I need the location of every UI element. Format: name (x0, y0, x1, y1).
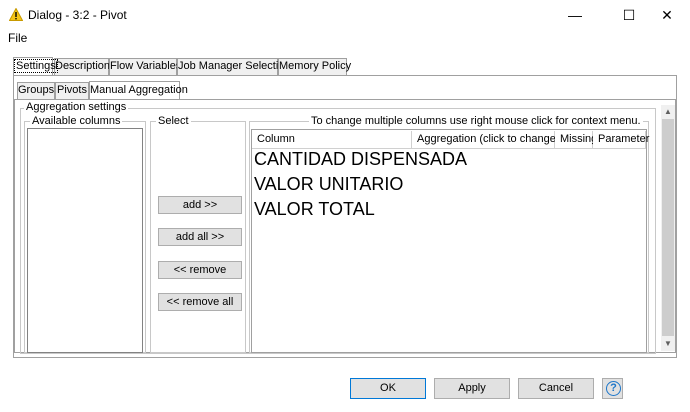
minimize-button[interactable]: — (552, 0, 598, 30)
column-header-parameter[interactable]: Parameter (593, 131, 649, 149)
help-button[interactable]: ? (602, 378, 623, 399)
tab-description[interactable]: Description (54, 58, 110, 75)
scroll-thumb-upper[interactable] (662, 119, 674, 262)
tab-label: Settings (14, 59, 58, 73)
cancel-button[interactable]: Cancel (518, 378, 594, 399)
apply-button[interactable]: Apply (434, 378, 510, 399)
aggregation-table-label: To change multiple columns use right mou… (309, 115, 643, 127)
available-columns-list[interactable] (27, 128, 143, 353)
close-button[interactable]: ✕ (644, 0, 690, 30)
help-icon: ? (606, 381, 621, 396)
table-row[interactable]: CANTIDAD DISPENSADA (254, 149, 467, 170)
window-title: Dialog - 3:2 - Pivot (28, 8, 127, 22)
tab-pivots[interactable]: Pivots (55, 82, 89, 99)
scroll-down-icon[interactable]: ▼ (661, 337, 675, 351)
ok-button[interactable]: OK (350, 378, 426, 399)
remove-all-button[interactable]: << remove all (158, 293, 242, 311)
column-header-column[interactable]: Column (252, 131, 412, 149)
title-bar: Dialog - 3:2 - Pivot — ☐ ✕ (0, 0, 690, 30)
scroll-thumb[interactable] (662, 262, 674, 336)
table-row[interactable]: VALOR UNITARIO (254, 174, 403, 195)
scroll-up-icon[interactable]: ▲ (661, 105, 675, 119)
menu-bar: File (0, 30, 690, 48)
tab-memory-policy[interactable]: Memory Policy (278, 58, 351, 75)
tab-manual-aggregation[interactable]: Manual Aggregation (89, 81, 188, 99)
menu-file[interactable]: File (8, 31, 27, 45)
tab-flow-variables[interactable]: Flow Variables (109, 58, 181, 75)
add-button[interactable]: add >> (158, 196, 242, 214)
column-header-missing[interactable]: Missing (555, 131, 597, 149)
add-all-button[interactable]: add all >> (158, 228, 242, 246)
tab-groups[interactable]: Groups (17, 82, 55, 99)
tab-settings[interactable]: Settings (13, 57, 58, 75)
table-row[interactable]: VALOR TOTAL (254, 199, 375, 220)
available-columns-label: Available columns (30, 115, 123, 127)
warning-triangle-icon (9, 8, 23, 21)
remove-button[interactable]: << remove (158, 261, 242, 279)
aggregation-settings-label: Aggregation settings (24, 101, 129, 113)
column-header-aggregation[interactable]: Aggregation (click to change) (412, 131, 559, 149)
select-label: Select (156, 115, 191, 127)
tab-job-manager-selection[interactable]: Job Manager Selection (177, 58, 291, 75)
